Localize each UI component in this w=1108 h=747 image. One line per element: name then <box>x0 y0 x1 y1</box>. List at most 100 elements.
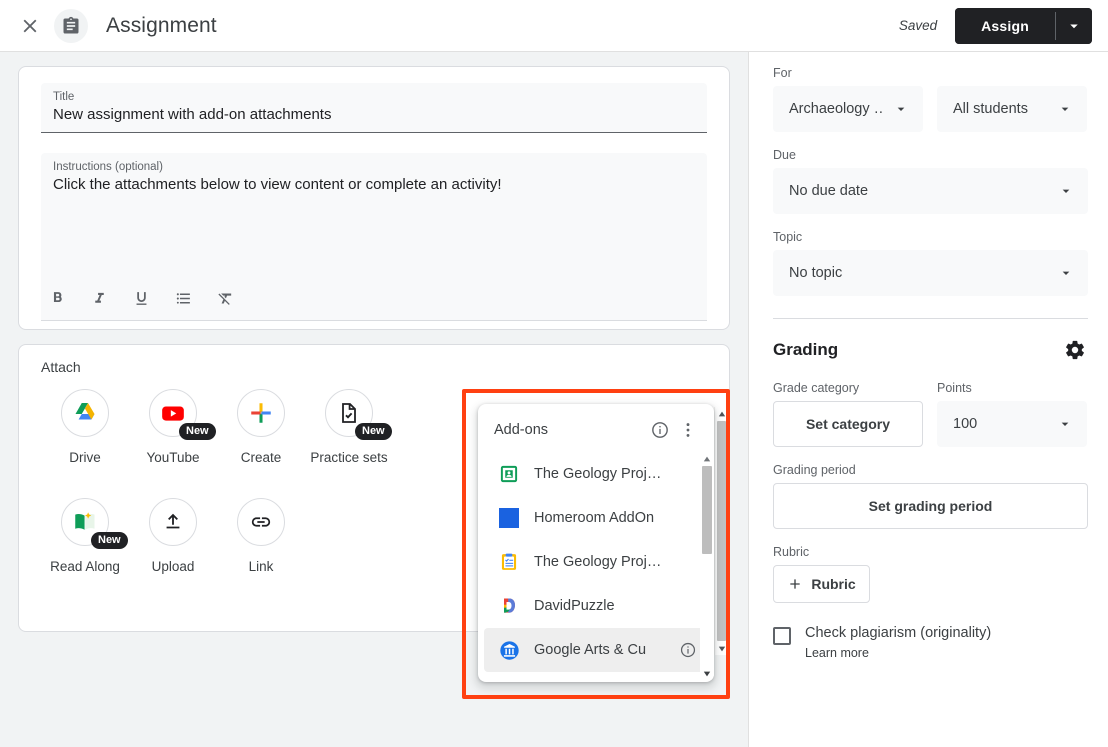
upload-icon <box>162 511 184 533</box>
italic-button[interactable] <box>85 284 113 312</box>
grading-settings-button[interactable] <box>1062 337 1088 363</box>
assign-dropdown-button[interactable] <box>1056 8 1092 44</box>
course-select-value: Archaeology … <box>789 101 883 117</box>
new-badge: New <box>179 423 216 440</box>
plagiarism-learn-more-link[interactable]: Learn more <box>805 646 991 660</box>
add-rubric-label: Rubric <box>811 576 855 592</box>
attach-option-drive[interactable]: Drive <box>41 381 129 468</box>
gear-icon <box>1064 339 1086 361</box>
assign-button[interactable]: Assign <box>955 8 1055 44</box>
attach-option-circle <box>149 498 197 546</box>
addons-list-scrollbar[interactable] <box>700 452 714 680</box>
plagiarism-checkbox[interactable] <box>773 627 791 645</box>
scroll-down-button[interactable] <box>715 642 728 655</box>
scroll-up-button[interactable] <box>700 452 714 465</box>
page-title: Assignment <box>106 14 217 38</box>
attach-option-upload[interactable]: Upload <box>129 490 217 577</box>
bold-button[interactable] <box>43 284 71 312</box>
topic-select[interactable]: No topic <box>773 250 1088 296</box>
points-select[interactable]: 100 <box>937 401 1087 447</box>
scroll-down-button[interactable] <box>700 667 714 680</box>
instructions-field-value: Click the attachments below to view cont… <box>53 176 695 193</box>
attach-option-link[interactable]: Link <box>217 490 305 577</box>
title-field[interactable]: Title New assignment with add-on attachm… <box>41 83 707 133</box>
scroll-up-button[interactable] <box>715 407 728 420</box>
attach-option-circle <box>237 498 285 546</box>
addon-list-item-label: Google Arts & Cu <box>534 642 664 658</box>
create-plus-icon <box>248 400 274 426</box>
addons-info-button[interactable] <box>648 418 672 442</box>
assignment-clipboard-icon <box>61 16 81 36</box>
attach-option-label: Create <box>241 448 282 468</box>
for-group: For Archaeology … All students <box>773 66 1088 132</box>
addon-list-item[interactable]: DavidPuzzle <box>484 584 708 628</box>
set-category-button[interactable]: Set category <box>773 401 923 447</box>
addon-list-item-label: DavidPuzzle <box>534 598 666 614</box>
rubric-group: Rubric Rubric <box>773 545 1088 603</box>
add-rubric-button[interactable]: Rubric <box>773 565 870 603</box>
addon-list-item[interactable]: The Geology Proj… <box>484 452 708 496</box>
attach-option-create[interactable]: Create <box>217 381 305 468</box>
rubric-label: Rubric <box>773 545 1088 559</box>
students-select[interactable]: All students <box>937 86 1087 132</box>
bulleted-list-icon <box>175 290 192 307</box>
more-vert-icon <box>678 420 698 440</box>
course-select[interactable]: Archaeology … <box>773 86 923 132</box>
grading-period-group: Grading period Set grading period <box>773 463 1088 529</box>
addon-item-info-icon[interactable] <box>678 640 698 660</box>
addon-list-item-label: The Geology Proj… <box>534 466 666 482</box>
top-bar-actions: Saved Assign <box>899 8 1092 44</box>
attach-card-scrollbar[interactable] <box>714 407 728 655</box>
triangle-down-icon <box>718 645 726 653</box>
triangle-up-icon <box>703 455 711 463</box>
clear-formatting-button[interactable] <box>211 284 239 312</box>
addons-list: The Geology Proj… Homeroom AddOn T <box>478 452 714 680</box>
addon-list-item-selected[interactable]: Google Arts & Cu <box>484 628 708 672</box>
attach-option-youtube[interactable]: New YouTube <box>129 381 217 468</box>
addons-popup-header: Add-ons <box>478 404 714 452</box>
attach-option-label: Read Along <box>50 557 120 577</box>
due-date-select[interactable]: No due date <box>773 168 1088 214</box>
due-date-value: No due date <box>789 183 1048 199</box>
text-format-toolbar <box>43 284 239 312</box>
underline-button[interactable] <box>127 284 155 312</box>
scrollbar-thumb[interactable] <box>717 421 726 641</box>
youtube-icon <box>160 400 186 426</box>
attach-option-label: Practice sets <box>310 448 387 468</box>
scrollbar-thumb[interactable] <box>702 466 712 554</box>
addons-popup-title: Add-ons <box>494 422 644 438</box>
bulleted-list-button[interactable] <box>169 284 197 312</box>
chevron-down-icon <box>1056 181 1076 201</box>
bold-icon <box>49 290 66 307</box>
attach-option-read-along[interactable]: New Read Along <box>41 490 129 577</box>
saved-status: Saved <box>899 18 937 33</box>
attach-option-label: Drive <box>69 448 101 468</box>
topic-group: Topic No topic <box>773 230 1088 296</box>
top-app-bar: Assignment Saved Assign <box>0 0 1108 52</box>
assignment-settings-pane: For Archaeology … All students Due <box>748 52 1108 747</box>
set-grading-period-button[interactable]: Set grading period <box>773 483 1088 529</box>
instructions-field-label: Instructions (optional) <box>53 161 695 173</box>
grade-category-row: Grade category Set category Points 100 <box>773 381 1088 447</box>
addon-list-item[interactable]: Homeroom AddOn <box>484 496 708 540</box>
addons-more-options-button[interactable] <box>676 418 700 442</box>
addon-list-item-label: The Geology Proj… <box>534 554 666 570</box>
plagiarism-text-block: Check plagiarism (originality) Learn mor… <box>805 625 991 660</box>
google-drive-icon <box>73 401 97 425</box>
grade-category-group: Grade category Set category Points 100 <box>773 381 1088 447</box>
grade-category-label: Grade category <box>773 381 923 395</box>
for-label: For <box>773 66 1088 80</box>
close-button[interactable] <box>10 6 50 46</box>
details-card: Title New assignment with add-on attachm… <box>18 66 730 330</box>
practice-sets-icon <box>337 401 361 425</box>
instructions-field[interactable]: Instructions (optional) Click the attach… <box>41 153 707 321</box>
attach-option-practice-sets[interactable]: New Practice sets <box>305 381 393 468</box>
chevron-down-icon <box>1065 17 1083 35</box>
addon-list-item-label: Homeroom AddOn <box>534 510 666 526</box>
addon-list-item[interactable]: The Geology Proj… <box>484 540 708 584</box>
new-badge: New <box>91 532 128 549</box>
settings-divider <box>773 318 1088 319</box>
attach-option-label: Upload <box>152 557 195 577</box>
triangle-up-icon <box>718 410 726 418</box>
attach-option-label: YouTube <box>146 448 199 468</box>
